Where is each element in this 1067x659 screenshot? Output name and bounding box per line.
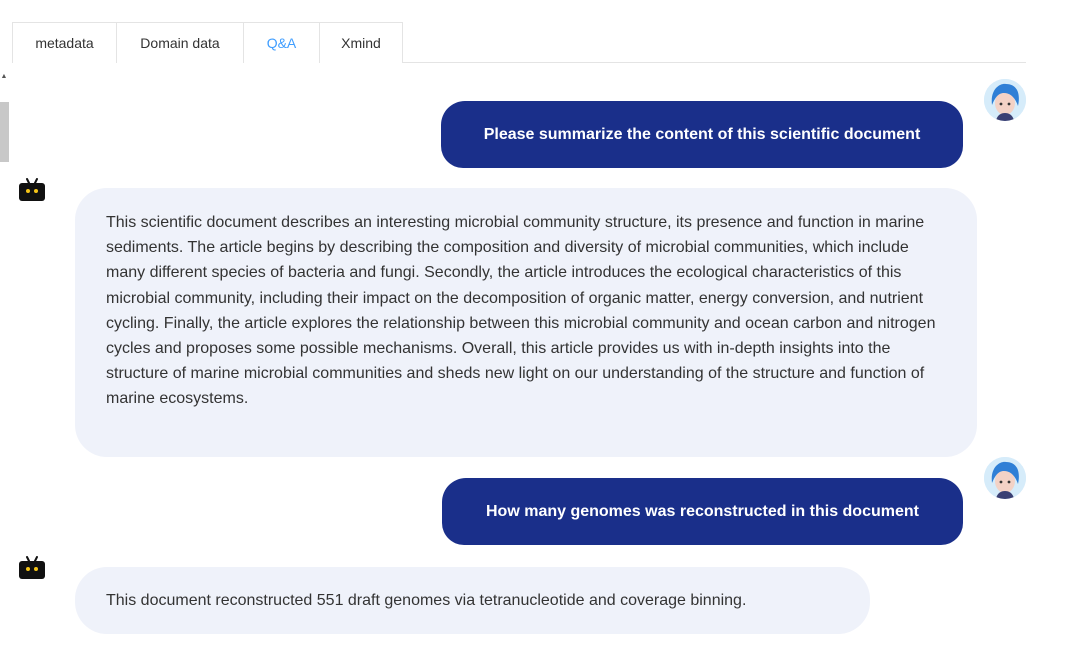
user-avatar	[984, 79, 1026, 121]
user-message: Please summarize the content of this sci…	[441, 101, 963, 168]
bot-message: This document reconstructed 551 draft ge…	[75, 567, 870, 634]
qa-page: metadata Domain data Q&A Xmind ▲ Please …	[0, 0, 1067, 659]
robot-icon	[18, 556, 46, 580]
bot-message: This scientific document describes an in…	[75, 188, 977, 457]
user-avatar	[984, 457, 1026, 499]
tab-qa[interactable]: Q&A	[243, 22, 319, 63]
scroll-up-arrow-icon[interactable]: ▲	[0, 73, 8, 81]
robot-icon	[18, 178, 46, 202]
tab-metadata[interactable]: metadata	[12, 22, 116, 63]
user-message: How many genomes was reconstructed in th…	[442, 478, 963, 545]
tab-bar: metadata Domain data Q&A Xmind	[12, 22, 1026, 63]
tab-xmind[interactable]: Xmind	[319, 22, 403, 63]
scrollbar-thumb[interactable]	[0, 102, 9, 162]
tab-domain-data[interactable]: Domain data	[116, 22, 243, 63]
